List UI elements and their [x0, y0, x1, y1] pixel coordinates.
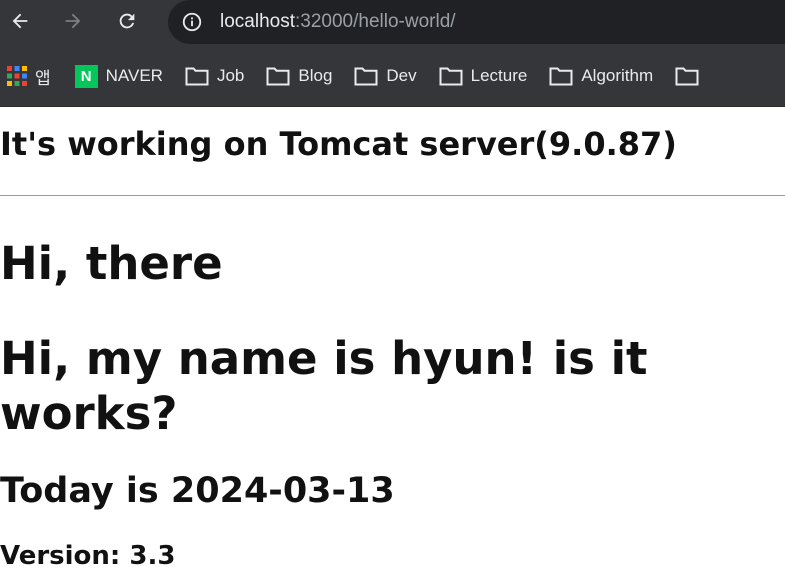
folder-icon [266, 67, 290, 86]
folder-icon [354, 67, 378, 86]
bookmark-folder-blog[interactable]: Blog [266, 66, 332, 86]
intro-heading: Hi, my name is hyun! is it works? [0, 332, 648, 440]
bookmark-apps[interactable]: 앱 [7, 64, 51, 89]
naver-logo-icon: N [74, 64, 98, 88]
site-info-icon[interactable] [180, 10, 204, 34]
reload-button[interactable] [111, 5, 143, 37]
forward-button[interactable] [57, 5, 89, 37]
server-heading: It's working on Tomcat server(9.0.87) [0, 125, 677, 163]
bookmark-folder-label: Algorithm [581, 66, 654, 85]
browser-toolbar: localhost:32000/hello-world/ [0, 0, 785, 46]
url-text[interactable]: localhost:32000/hello-world/ [220, 11, 456, 33]
bookmark-folder-label: Blog [298, 66, 333, 85]
bookmark-folder-label: Job [216, 66, 245, 85]
bookmark-folder-job[interactable]: Job [185, 66, 244, 86]
bookmark-apps-label: 앱 [35, 68, 51, 88]
version-heading: Version: 3.3 [0, 541, 176, 571]
folder-icon [675, 67, 699, 86]
url-path: :32000/hello-world/ [295, 11, 456, 32]
back-arrow-icon [12, 13, 28, 29]
page-content: It's working on Tomcat server(9.0.87) Hi… [0, 107, 785, 573]
bookmark-folder-algorithm[interactable]: Algorithm [549, 66, 653, 86]
folder-icon [439, 67, 463, 86]
folder-icon [185, 67, 209, 86]
bookmark-folder-label: Lecture [470, 66, 528, 85]
reload-icon [119, 13, 135, 29]
bookmark-folder-lecture[interactable]: Lecture [439, 66, 528, 86]
bookmarks-bar: 앱 N NAVER Job Blog Dev Lecture Algorithm [0, 46, 785, 107]
bookmark-naver-label: NAVER [105, 66, 163, 85]
date-heading: Today is 2024-03-13 [0, 471, 395, 511]
divider [0, 195, 785, 196]
url-host: localhost [220, 11, 295, 32]
bookmark-folder-overflow[interactable] [675, 66, 699, 86]
address-bar[interactable]: localhost:32000/hello-world/ [168, 0, 785, 44]
forward-arrow-icon [65, 13, 81, 29]
bookmark-folder-label: Dev [386, 66, 417, 85]
apps-grid-icon [7, 66, 27, 86]
greeting-heading: Hi, there [0, 237, 223, 290]
bookmark-folder-dev[interactable]: Dev [354, 66, 417, 86]
bookmark-naver[interactable]: N NAVER [74, 64, 163, 88]
folder-icon [549, 67, 573, 86]
back-button[interactable] [4, 5, 36, 37]
